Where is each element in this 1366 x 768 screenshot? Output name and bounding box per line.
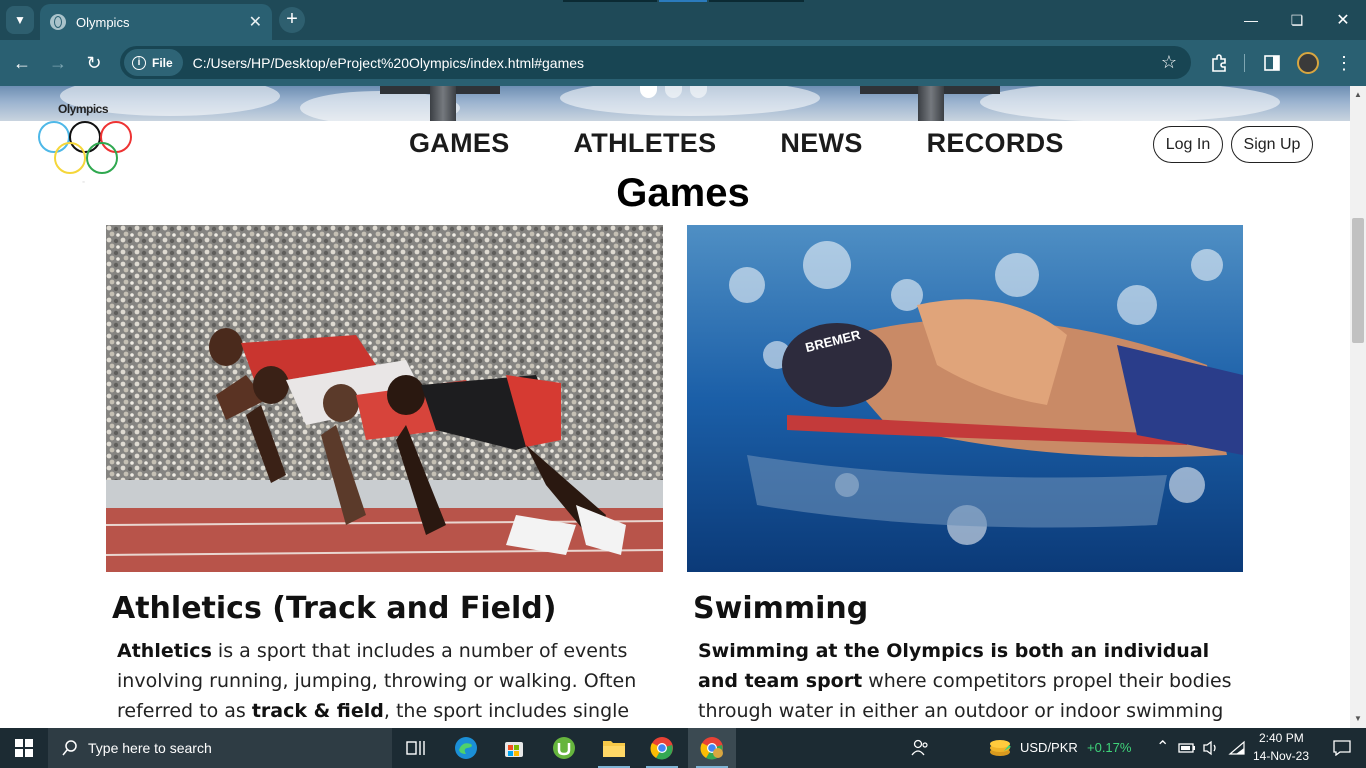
microsoft-store-icon[interactable] <box>490 728 538 768</box>
globe-icon <box>50 14 66 30</box>
tab-strip-shadow <box>563 0 657 2</box>
search-icon <box>62 740 77 756</box>
new-tab-button[interactable]: + <box>279 7 305 33</box>
windows-start-button[interactable] <box>0 728 48 768</box>
edge-icon[interactable] <box>442 728 490 768</box>
clock-date[interactable]: 14-Nov-23 <box>1253 749 1309 763</box>
olympic-ring-green <box>86 142 118 174</box>
currency-pair: USD/PKR <box>1020 740 1078 755</box>
file-explorer-icon[interactable] <box>590 728 638 768</box>
page-viewport: Olympics ⁻ GAMES ATHLETES NEWS RECORDS L… <box>0 86 1350 728</box>
reload-button[interactable]: ↻ <box>80 49 108 77</box>
close-tab-icon[interactable]: ✕ <box>249 12 262 32</box>
nav-athletes[interactable]: ATHLETES <box>574 128 717 159</box>
athletics-description: Athletics is a sport that includes a num… <box>117 636 657 726</box>
carousel-dot-2[interactable] <box>665 86 682 98</box>
scroll-up-arrow[interactable]: ▲ <box>1354 90 1362 99</box>
tab-search-button[interactable]: ▼ <box>6 6 34 34</box>
nav-records[interactable]: RECORDS <box>927 128 1064 159</box>
main-navigation: GAMES ATHLETES NEWS RECORDS <box>409 128 1064 159</box>
back-button[interactable]: ← <box>8 49 36 77</box>
profile-avatar[interactable] <box>1297 52 1319 74</box>
forward-button[interactable]: → <box>44 49 72 77</box>
athletics-title: Athletics (Track and Field) <box>112 591 557 626</box>
page-scrollbar[interactable]: ▲ ▼ <box>1350 86 1366 728</box>
browser-tab-strip: ▼ Olympics ✕ + — ❏ ✕ <box>0 0 1366 40</box>
tab-title: Olympics <box>76 14 130 30</box>
scrollbar-thumb[interactable] <box>1352 218 1364 343</box>
restore-button[interactable]: ❏ <box>1274 0 1320 40</box>
wifi-icon[interactable] <box>1222 728 1252 768</box>
nav-games[interactable]: GAMES <box>409 128 510 159</box>
notifications-icon[interactable] <box>1318 728 1366 768</box>
info-icon: i <box>132 55 146 70</box>
swimming-image: BREMER <box>687 225 1243 572</box>
athletics-bold-1: Athletics <box>117 640 212 662</box>
login-button[interactable]: Log In <box>1153 126 1223 163</box>
olympic-ring-yellow <box>54 142 86 174</box>
bookmark-star-icon[interactable]: ☆ <box>1161 52 1177 73</box>
address-bar[interactable]: i File C:/Users/HP/Desktop/eProject%20Ol… <box>120 46 1191 79</box>
nav-news[interactable]: NEWS <box>780 128 862 159</box>
tab-strip-highlight <box>659 0 707 2</box>
logo-text: Olympics <box>58 102 109 116</box>
tab-olympics[interactable]: Olympics ✕ <box>40 4 272 40</box>
taskbar-search-box[interactable]: Type here to search <box>48 728 392 768</box>
close-window-button[interactable]: ✕ <box>1320 0 1366 40</box>
extensions-icon[interactable] <box>1205 49 1233 77</box>
task-view-icon[interactable] <box>392 728 440 768</box>
athletics-image <box>106 225 663 572</box>
side-panel-icon[interactable] <box>1258 49 1286 77</box>
browser-toolbar: ← → ↻ i File C:/Users/HP/Desktop/eProjec… <box>0 40 1366 86</box>
tab-strip-shadow-2 <box>709 0 804 2</box>
file-label: File <box>152 55 173 70</box>
currency-change: +0.17% <box>1087 740 1132 755</box>
tray-chevron-up-icon[interactable]: ⌃ <box>1156 737 1169 757</box>
swimming-description: Swimming at the Olympics is both an indi… <box>698 636 1238 728</box>
carousel-dot-1[interactable] <box>640 86 657 98</box>
windows-taskbar: Type here to search USD/PKR +0.17% ⌃ 2:4… <box>0 728 1366 768</box>
url-text[interactable]: C:/Users/HP/Desktop/eProject%20Olympics/… <box>193 55 1161 71</box>
clock-time[interactable]: 2:40 PM <box>1259 731 1304 745</box>
hero-carousel <box>0 86 1350 121</box>
chrome-profile-icon[interactable] <box>688 728 736 768</box>
currency-widget-icon[interactable] <box>976 728 1024 768</box>
carousel-indicators <box>640 86 707 98</box>
people-icon[interactable] <box>896 728 944 768</box>
section-title: Games <box>616 171 750 215</box>
chrome-icon[interactable] <box>638 728 686 768</box>
utorrent-icon[interactable] <box>540 728 588 768</box>
scroll-down-arrow[interactable]: ▼ <box>1354 714 1362 723</box>
search-placeholder: Type here to search <box>88 740 212 756</box>
menu-kebab-icon[interactable]: ⋮ <box>1330 49 1358 77</box>
signup-button[interactable]: Sign Up <box>1231 126 1313 163</box>
carousel-dot-3[interactable] <box>690 86 707 98</box>
minimize-button[interactable]: — <box>1228 0 1274 40</box>
swimming-title: Swimming <box>693 591 869 626</box>
athletics-text-2: , the sport includes single <box>383 700 630 722</box>
site-info-chip[interactable]: i File <box>124 49 183 76</box>
athletics-bold-2: track & field <box>251 700 384 722</box>
toolbar-separator <box>1244 54 1245 72</box>
